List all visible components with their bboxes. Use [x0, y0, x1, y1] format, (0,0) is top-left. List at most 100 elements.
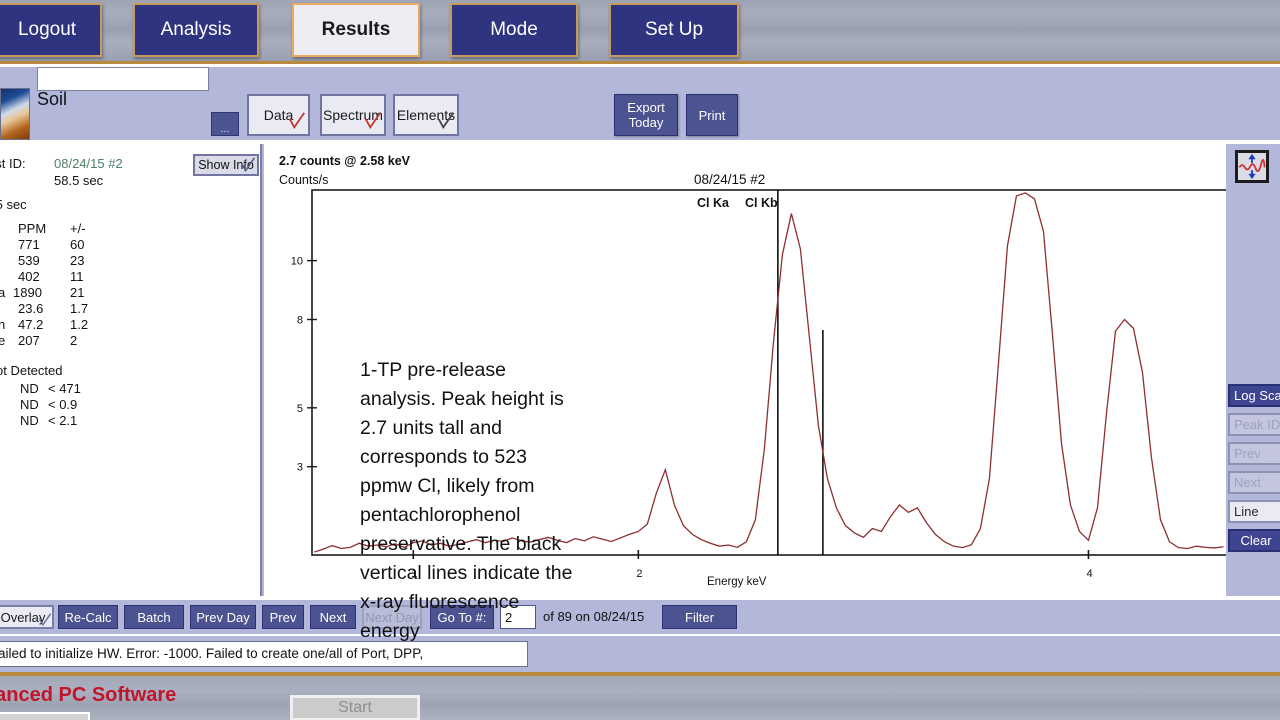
nav-button-mode[interactable]: Mode [450, 3, 578, 57]
nav-button-analysis-label: Analysis [160, 19, 232, 40]
nav-button-setup[interactable]: Set Up [609, 3, 739, 57]
next-button[interactable]: Next [310, 605, 356, 629]
sample-thumbnail-image [0, 88, 30, 140]
row-error: 21 [70, 285, 85, 300]
autoscale-icon[interactable] [1235, 150, 1269, 183]
row-element: a [0, 285, 6, 300]
x-axis-label: Energy keV [707, 576, 767, 588]
line-button[interactable]: Line [1228, 500, 1280, 523]
row-element: e [0, 333, 6, 348]
nav-button-results[interactable]: Results [292, 3, 420, 57]
recalc-label: Re-Calc [64, 609, 112, 625]
row-error: 1.7 [70, 301, 89, 316]
app-title-overlay: vanced PC Software [0, 684, 177, 706]
column-header-error: +/- [70, 221, 86, 236]
nd-flag: ND [20, 381, 39, 396]
nav-button-logout[interactable]: Logout [0, 3, 102, 57]
row-ppm: 1890 [13, 285, 42, 300]
test-id-label: est ID: [0, 156, 26, 171]
nd-flag: ND [20, 413, 39, 428]
browse-button-label: ... [220, 123, 230, 135]
row-error: 11 [70, 269, 84, 284]
row-error: 23 [70, 253, 85, 268]
results-panel: Show Info est ID: 08/24/15 #2 58.5 sec .… [0, 144, 262, 596]
print-button[interactable]: Print [686, 94, 738, 136]
tab-elements-label: Elements [396, 107, 456, 123]
chart-tools-panel: Log Sca Peak ID Prev Next Line Clear [1226, 144, 1280, 596]
next-peak-label: Next [1234, 475, 1261, 490]
next-label: Next [319, 609, 347, 625]
recalc-button[interactable]: Re-Calc [58, 605, 118, 629]
browse-button[interactable]: ... [211, 112, 239, 136]
row-error: 1.2 [70, 317, 89, 332]
check-icon [38, 613, 52, 627]
nav-button-mode-label: Mode [490, 19, 538, 40]
batch-button[interactable]: Batch [124, 605, 184, 629]
nav-button-results-label: Results [321, 19, 391, 40]
prev-peak-label: Prev [1234, 446, 1261, 461]
clear-label: Clear [1240, 533, 1272, 548]
sample-name-input[interactable] [37, 67, 209, 91]
prev-day-label: Prev Day [196, 609, 250, 625]
nav-button-setup-label: Set Up [644, 19, 704, 40]
tab-elements[interactable]: Elements [393, 94, 459, 136]
row-ppm: 771 [18, 237, 40, 252]
toolbar: Soil ... Data Spectrum Elements Export T… [0, 67, 1280, 142]
nd-flag: ND [20, 397, 39, 412]
filter-button[interactable]: Filter [662, 605, 737, 629]
overlay-button[interactable]: Overlay [0, 605, 54, 629]
marker-label-cl-ka: Cl Ka [697, 196, 729, 210]
row-ppm: 23.6 [18, 301, 44, 316]
row-ppm: 539 [18, 253, 40, 268]
clear-button[interactable]: Clear [1228, 529, 1280, 552]
row-error: 2 [70, 333, 78, 348]
footer-small-box [0, 712, 90, 720]
export-today-label-line2: Today [628, 115, 664, 130]
next-peak-button[interactable]: Next [1228, 471, 1280, 494]
log-scale-button[interactable]: Log Sca [1228, 384, 1280, 407]
y-axis-label: Counts/s [279, 173, 329, 187]
row-error: 60 [70, 237, 85, 252]
nd-limit: < 2.1 [48, 413, 78, 428]
tab-spectrum-label: Spectrum [323, 107, 383, 123]
row-ppm: 207 [18, 333, 40, 348]
line-label: Line [1234, 504, 1259, 519]
not-detected-header: ot Detected [0, 363, 63, 378]
chart-annotation: 1-TP pre-release analysis. Peak height i… [360, 359, 573, 642]
nav-button-analysis[interactable]: Analysis [133, 3, 259, 57]
mode-label: Soil [37, 89, 68, 109]
main-content: Show Info est ID: 08/24/15 #2 58.5 sec .… [0, 144, 1280, 642]
tab-data[interactable]: Data [247, 94, 310, 136]
marker-label-cl-kb: Cl Kb [745, 196, 778, 210]
prev-button[interactable]: Prev [262, 605, 304, 629]
start-button-label: Start [338, 699, 372, 716]
row-ppm: 47.2 [18, 317, 44, 332]
status-bar: ailed to initialize HW. Error: -1000. Fa… [0, 636, 1280, 672]
autoscale-glyph [1238, 153, 1266, 180]
navigation-button-bar: Overlay Re-Calc Batch Prev Day Prev Next… [0, 598, 1280, 634]
row-element: n [0, 317, 6, 332]
prev-peak-button[interactable]: Prev [1228, 442, 1280, 465]
nav-button-logout-label: Logout [17, 19, 77, 40]
tab-spectrum[interactable]: Spectrum [320, 94, 386, 136]
svg-text:8: 8 [297, 315, 303, 327]
print-button-label: Print [698, 107, 726, 123]
test-id-value: 08/24/15 #2 [54, 156, 123, 171]
desktop-footer [0, 676, 1280, 720]
elapsed-time-value: .5 sec [0, 197, 27, 212]
chart-title: 08/24/15 #2 [694, 172, 766, 187]
batch-label: Batch [137, 609, 171, 625]
row-ppm: 402 [18, 269, 40, 284]
svg-text:5: 5 [297, 403, 303, 415]
test-duration-value: 58.5 sec [54, 173, 104, 188]
prev-day-button[interactable]: Prev Day [190, 605, 256, 629]
show-info-button[interactable]: Show Info [193, 154, 259, 176]
peak-id-button[interactable]: Peak ID [1228, 413, 1280, 436]
start-button[interactable]: Start [290, 695, 420, 720]
filter-label: Filter [685, 609, 714, 625]
svg-text:4: 4 [1086, 568, 1092, 580]
export-today-label-line1: Export [627, 100, 665, 115]
svg-text:10: 10 [291, 256, 303, 268]
check-icon [240, 157, 256, 173]
export-today-button[interactable]: Export Today [614, 94, 678, 136]
